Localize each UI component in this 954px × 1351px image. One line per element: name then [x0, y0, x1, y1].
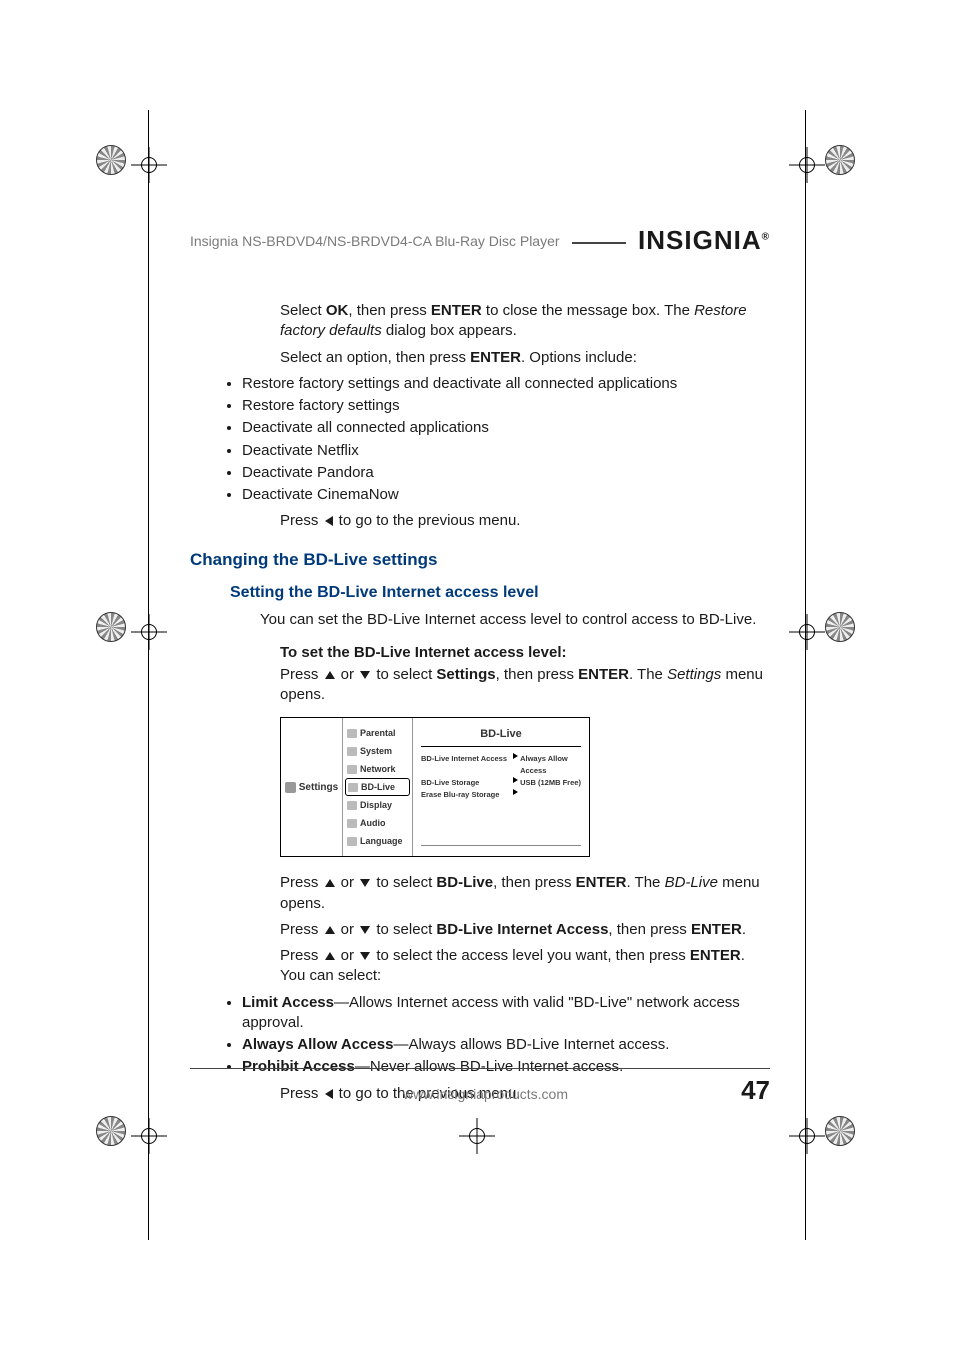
crop-guide-v-right — [805, 110, 806, 1240]
bdlive-icon — [348, 783, 358, 792]
list-item: Deactivate Netflix — [242, 441, 770, 461]
list-item: Limit Access—Allows Internet access with… — [242, 993, 770, 1034]
header-product-name: Insignia NS-BRDVD4/NS-BRDVD4-CA Blu-Ray … — [190, 233, 560, 249]
registration-cross — [459, 1118, 495, 1154]
left-arrow-icon — [325, 516, 333, 526]
ui-panel-title: BD-Live — [421, 724, 581, 747]
bdlive-intro: You can set the BD-Live Internet access … — [260, 610, 770, 630]
registration-cross — [131, 1118, 167, 1154]
page-footer: www.insigniaproducts.com 47 — [190, 1068, 770, 1106]
ui-menu-system: System — [343, 742, 412, 760]
restore-p1: Select OK, then press ENTER to close the… — [280, 301, 770, 342]
restore-options-list: Restore factory settings and deactivate … — [242, 374, 770, 506]
up-arrow-icon — [325, 952, 335, 960]
registration-wheel — [825, 1116, 855, 1146]
heading-bdlive: Changing the BD-Live settings — [190, 550, 770, 570]
gear-icon — [285, 782, 296, 793]
ui-menu-audio: Audio — [343, 814, 412, 832]
header-rule — [572, 242, 627, 244]
registration-cross — [789, 1118, 825, 1154]
system-icon — [347, 747, 357, 756]
audio-icon — [347, 819, 357, 828]
bdlive-step4: Press or to select the access level you … — [280, 946, 770, 987]
ui-row: BD-Live Internet Access Always Allow Acc… — [421, 753, 581, 777]
ui-row: BD-Live Storage USB (12MB Free) — [421, 777, 581, 789]
page-body: Insignia NS-BRDVD4/NS-BRDVD4-CA Blu-Ray … — [190, 225, 770, 1110]
bdlive-step3: Press or to select BD-Live Internet Acce… — [280, 920, 770, 940]
language-icon — [347, 837, 357, 846]
brand-logo: INSIGNIA® — [638, 225, 770, 256]
display-icon — [347, 801, 357, 810]
registration-cross — [789, 614, 825, 650]
down-arrow-icon — [360, 926, 370, 934]
ui-menu-network: Network — [343, 760, 412, 778]
list-item: Restore factory settings — [242, 396, 770, 416]
list-item: Deactivate CinemaNow — [242, 485, 770, 505]
up-arrow-icon — [325, 879, 335, 887]
registration-wheel — [825, 612, 855, 642]
footer-url: www.insigniaproducts.com — [403, 1086, 568, 1102]
up-arrow-icon — [325, 671, 335, 679]
list-item: Restore factory settings and deactivate … — [242, 374, 770, 394]
ui-menu-display: Display — [343, 796, 412, 814]
list-item: Deactivate all connected applications — [242, 418, 770, 438]
list-item: Always Allow Access—Always allows BD-Liv… — [242, 1035, 770, 1055]
page-header: Insignia NS-BRDVD4/NS-BRDVD4-CA Blu-Ray … — [190, 225, 770, 256]
up-arrow-icon — [325, 926, 335, 934]
heading-bdlive-access: Setting the BD-Live Internet access leve… — [230, 584, 770, 602]
down-arrow-icon — [360, 671, 370, 679]
network-icon — [347, 765, 357, 774]
footer-page-number: 47 — [741, 1075, 770, 1106]
settings-ui-screenshot: Settings Parental System Network BD-Live… — [280, 717, 590, 857]
restore-p2: Select an option, then press ENTER. Opti… — [280, 348, 770, 368]
registration-wheel — [96, 612, 126, 642]
lock-icon — [347, 729, 357, 738]
down-arrow-icon — [360, 952, 370, 960]
registration-wheel — [825, 145, 855, 175]
registration-wheel — [96, 145, 126, 175]
right-caret-icon — [513, 777, 518, 783]
registration-cross — [131, 147, 167, 183]
ui-row: Erase Blu-ray Storage — [421, 789, 581, 801]
right-caret-icon — [513, 753, 518, 759]
bdlive-step2: Press or to select BD-Live, then press E… — [280, 873, 770, 914]
ui-panel: BD-Live BD-Live Internet Access Always A… — [413, 718, 589, 856]
bdlive-step1: Press or to select Settings, then press … — [280, 665, 770, 706]
registration-cross — [131, 614, 167, 650]
ui-panel-divider — [421, 845, 581, 846]
list-item: Deactivate Pandora — [242, 463, 770, 483]
ui-menu-column: Parental System Network BD-Live Display … — [343, 718, 413, 856]
down-arrow-icon — [360, 879, 370, 887]
ui-side-label: Settings — [299, 782, 338, 793]
registration-wheel — [96, 1116, 126, 1146]
right-caret-icon — [513, 789, 518, 795]
ui-menu-language: Language — [343, 832, 412, 850]
crop-guide-v-left — [148, 110, 149, 1240]
ui-menu-parental: Parental — [343, 724, 412, 742]
registration-cross — [789, 147, 825, 183]
restore-prev: Press to go to the previous menu. — [280, 511, 770, 531]
access-levels-list: Limit Access—Allows Internet access with… — [242, 993, 770, 1078]
ui-side-tab: Settings — [281, 718, 343, 856]
heading-to-set: To set the BD-Live Internet access level… — [280, 644, 770, 661]
ui-menu-bdlive: BD-Live — [345, 778, 410, 796]
